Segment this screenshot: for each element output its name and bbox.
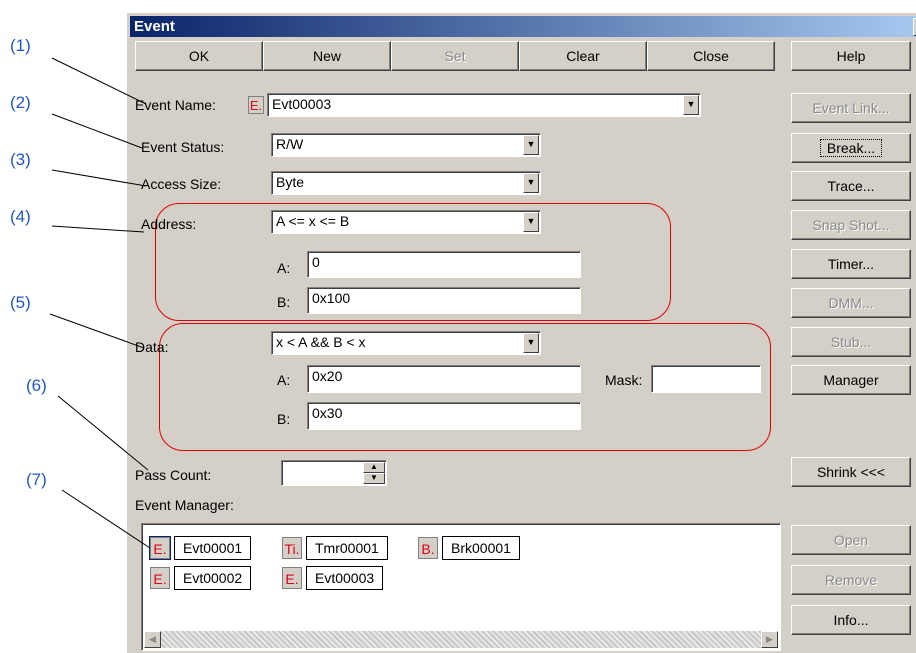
data-b-input[interactable]: 0x30 xyxy=(307,402,581,430)
event-badge-icon: E. xyxy=(150,567,170,589)
data-b-label: B: xyxy=(277,411,291,427)
event-dialog: Event × OK New Set Clear Close Help Even… xyxy=(126,12,916,653)
title-bar: Event × xyxy=(130,16,916,37)
list-item-name: Evt00001 xyxy=(174,536,252,560)
event-name-label: Event Name: xyxy=(135,97,216,113)
event-status-value: R/W xyxy=(276,136,304,152)
event-manager-list[interactable]: E. Evt00001 Ti. Tmr00001 B. Brk00001 E. … xyxy=(141,523,781,651)
list-item[interactable]: E. Evt00002 xyxy=(150,566,252,590)
break-button[interactable]: Break... xyxy=(791,133,911,163)
callout-1: (1) xyxy=(10,36,31,55)
event-type-badge: E. xyxy=(248,96,264,114)
event-manager-label: Event Manager: xyxy=(135,497,234,513)
address-a-label: A: xyxy=(277,260,291,276)
stub-button[interactable]: Stub... xyxy=(791,327,911,357)
scroll-right-icon[interactable]: ▶ xyxy=(761,631,778,648)
event-status-label: Event Status: xyxy=(141,139,225,155)
pass-count-label: Pass Count: xyxy=(135,467,212,483)
address-condition-value: A <= x <= B xyxy=(276,213,350,229)
manager-button[interactable]: Manager xyxy=(791,365,911,395)
chevron-down-icon[interactable]: ▼ xyxy=(523,173,539,193)
data-label: Data: xyxy=(135,339,169,355)
mask-input[interactable] xyxy=(651,365,761,393)
shrink-button[interactable]: Shrink <<< xyxy=(791,457,911,487)
address-b-input[interactable]: 0x100 xyxy=(307,287,581,314)
mask-label: Mask: xyxy=(605,372,643,388)
window-title: Event xyxy=(134,18,175,35)
timer-button[interactable]: Timer... xyxy=(791,249,911,279)
horizontal-scrollbar[interactable]: ◀ ▶ xyxy=(144,631,778,648)
address-label: Address: xyxy=(141,216,197,232)
list-item[interactable]: B. Brk00001 xyxy=(418,536,520,560)
callout-4: (4) xyxy=(10,207,31,226)
list-item[interactable]: E. Evt00003 xyxy=(282,566,384,590)
access-size-label: Access Size: xyxy=(141,176,222,192)
data-a-label: A: xyxy=(277,372,291,388)
snap-shot-button[interactable]: Snap Shot... xyxy=(791,210,911,240)
callout-7: (7) xyxy=(26,470,47,489)
open-button[interactable]: Open xyxy=(791,525,911,555)
access-size-combo[interactable]: Byte ▼ xyxy=(271,171,541,195)
callout-5: (5) xyxy=(10,293,31,312)
callout-3: (3) xyxy=(10,150,31,169)
chevron-down-icon[interactable]: ▼ xyxy=(523,333,539,353)
remove-button[interactable]: Remove xyxy=(791,565,911,595)
list-item-name: Evt00003 xyxy=(306,566,384,590)
help-button[interactable]: Help xyxy=(791,41,911,71)
data-condition-combo[interactable]: x < A && B < x ▼ xyxy=(271,331,541,355)
data-a-input[interactable]: 0x20 xyxy=(307,365,581,393)
event-name-value: Evt00003 xyxy=(272,96,332,112)
clear-button[interactable]: Clear xyxy=(519,41,647,71)
break-button-label: Break... xyxy=(819,139,883,157)
set-button[interactable]: Set xyxy=(391,41,519,71)
callout-6: (6) xyxy=(26,376,47,395)
chevron-down-icon[interactable]: ▼ xyxy=(523,135,539,155)
list-item-name: Tmr00001 xyxy=(306,536,388,560)
event-link-button[interactable]: Event Link... xyxy=(791,93,911,123)
close-button[interactable]: Close xyxy=(647,41,775,71)
event-name-combo[interactable]: Evt00003 ▼ xyxy=(267,93,701,117)
address-b-label: B: xyxy=(277,294,291,310)
event-badge-icon: E. xyxy=(149,536,171,560)
event-badge-icon: E. xyxy=(282,567,302,589)
timer-badge-icon: Ti. xyxy=(282,537,302,559)
trace-button[interactable]: Trace... xyxy=(791,171,911,201)
access-size-value: Byte xyxy=(276,174,305,190)
list-item-name: Evt00002 xyxy=(174,566,252,590)
new-button[interactable]: New xyxy=(263,41,391,71)
chevron-down-icon[interactable]: ▼ xyxy=(683,95,699,115)
scroll-left-icon[interactable]: ◀ xyxy=(144,631,161,648)
list-item[interactable]: E. Evt00001 xyxy=(149,536,252,560)
break-badge-icon: B. xyxy=(418,537,438,559)
address-a-input[interactable]: 0 xyxy=(307,251,581,278)
callout-2: (2) xyxy=(10,93,31,112)
spin-down-icon[interactable]: ▼ xyxy=(363,473,385,484)
event-status-combo[interactable]: R/W ▼ xyxy=(271,133,541,157)
ok-button[interactable]: OK xyxy=(135,41,263,71)
list-item-name: Brk00001 xyxy=(442,536,520,560)
spin-up-icon[interactable]: ▲ xyxy=(363,462,385,473)
data-condition-value: x < A && B < x xyxy=(276,334,366,350)
dmm-button[interactable]: DMM... xyxy=(791,288,911,318)
address-condition-combo[interactable]: A <= x <= B ▼ xyxy=(271,210,541,234)
chevron-down-icon[interactable]: ▼ xyxy=(523,212,539,232)
info-button[interactable]: Info... xyxy=(791,605,911,635)
list-item[interactable]: Ti. Tmr00001 xyxy=(282,536,388,560)
